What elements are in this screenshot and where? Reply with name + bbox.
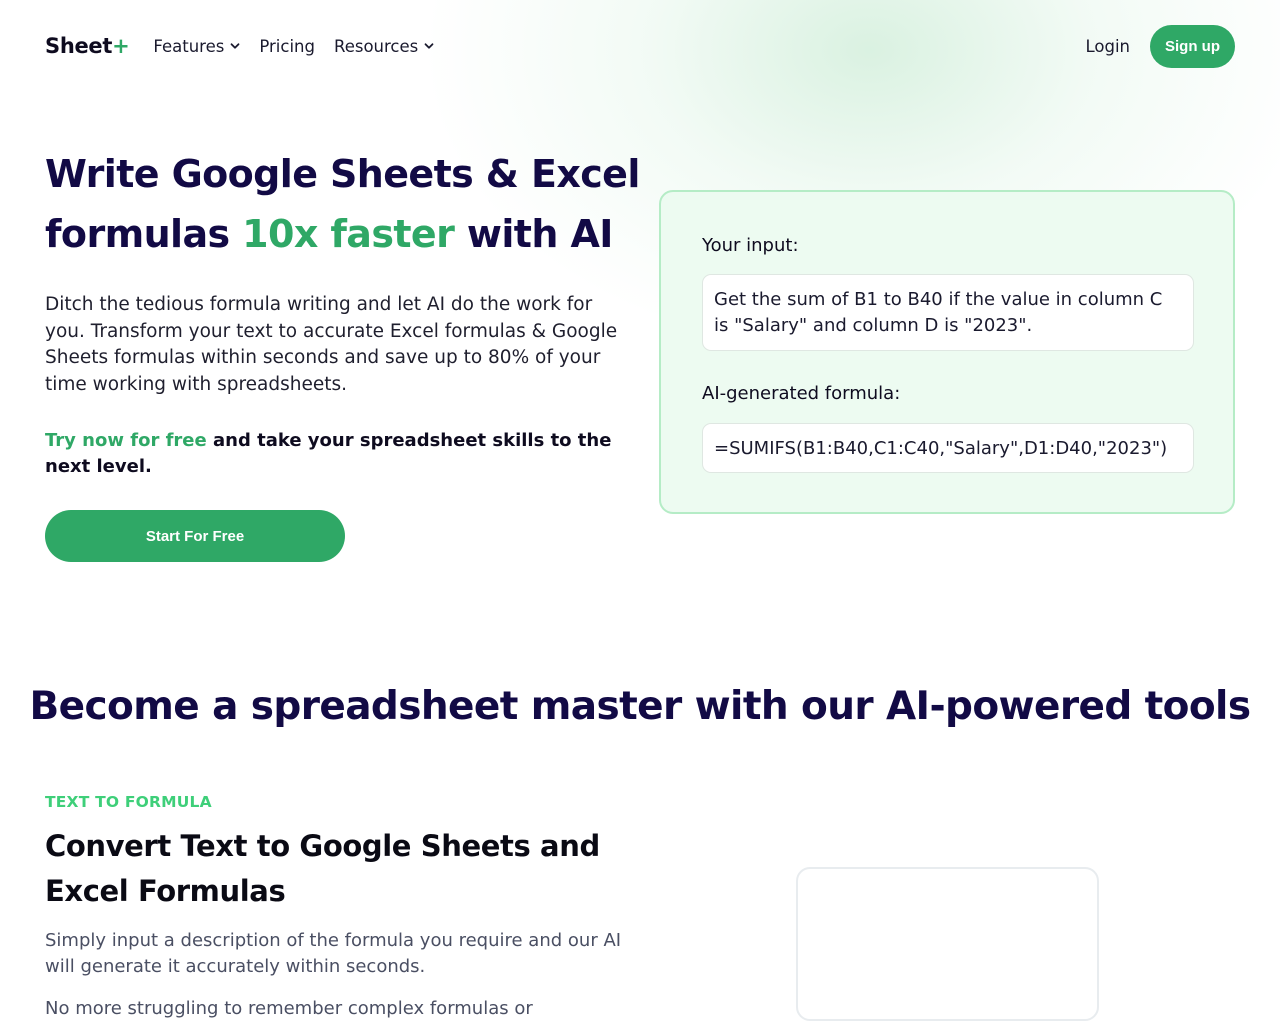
top-navbar: Sheet+ Features Pricing Resources Login …	[45, 24, 1235, 68]
nav-item-resources-label: Resources	[333, 36, 419, 56]
nav-links: Features Pricing Resources	[153, 37, 434, 56]
nav-item-features[interactable]: Features	[153, 37, 240, 56]
logo-plus: +	[112, 34, 130, 58]
nav-item-pricing[interactable]: Pricing	[259, 37, 315, 56]
feature-title: Convert Text to Google Sheets and Excel …	[45, 829, 600, 908]
hero-title-pre: formulas	[45, 212, 243, 256]
logo[interactable]: Sheet+	[45, 34, 130, 58]
signup-button[interactable]: Sign up	[1150, 24, 1235, 68]
hero-cta-text: Try now for free and take your spreadshe…	[45, 428, 630, 480]
formula-label: AI-generated formula:	[702, 383, 901, 404]
section-title: Become a spreadsheet master with our AI-…	[29, 684, 1251, 729]
chevron-down-icon	[230, 43, 240, 49]
chevron-down-icon	[424, 43, 434, 49]
logo-text: Sheet	[45, 34, 113, 58]
nav-item-resources[interactable]: Resources	[334, 37, 434, 56]
formula-demo-card: Your input: Get the sum of B1 to B40 if …	[659, 190, 1235, 514]
nav-item-features-label: Features	[153, 36, 225, 56]
hero-title-accent: 10x faster	[242, 212, 455, 256]
login-link[interactable]: Login	[1085, 37, 1130, 56]
nav-item-pricing-label: Pricing	[259, 36, 315, 56]
input-label: Your input:	[702, 235, 799, 256]
hero-description: Ditch the tedious formula writing and le…	[45, 294, 618, 395]
start-for-free-button[interactable]: Start For Free	[45, 510, 345, 562]
nav-right: Login Sign up	[1085, 24, 1235, 68]
hero-title-post: with AI	[454, 212, 614, 256]
formula-output-box: =SUMIFS(B1:B40,C1:C40,"Salary",D1:D40,"2…	[702, 423, 1194, 473]
hero-title-line1: Write Google Sheets & Excel	[45, 152, 640, 196]
feature-description: Simply input a description of the formul…	[45, 930, 622, 977]
hero-title: Write Google Sheets & Excel formulas 10x…	[45, 144, 645, 264]
feature-eyebrow: TEXT TO FORMULA	[45, 793, 212, 811]
feature-media-frame	[796, 867, 1099, 1021]
try-free-link[interactable]: Try now for free	[45, 430, 207, 451]
input-example-box: Get the sum of B1 to B40 if the value in…	[702, 274, 1194, 351]
feature-description-continued: No more struggling to remember complex f…	[45, 998, 533, 1019]
